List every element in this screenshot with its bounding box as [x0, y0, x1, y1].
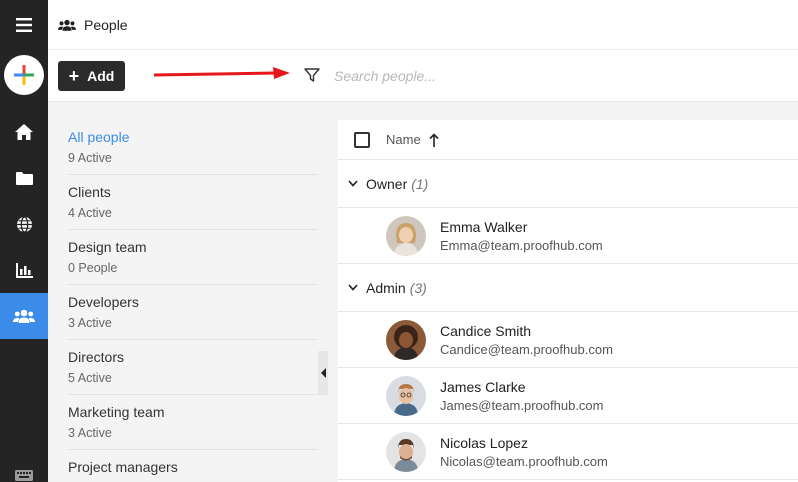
person-name: Candice Smith	[440, 323, 532, 339]
group-name: Directors	[68, 349, 125, 365]
group-name: Project managers	[68, 459, 178, 475]
people-nav-button[interactable]	[0, 293, 48, 339]
group-name: Marketing team	[68, 404, 165, 420]
group-item-project-managers[interactable]: Project managers	[68, 450, 318, 482]
group-item-directors[interactable]: Directors 5 Active	[68, 340, 318, 395]
page-title-area: People	[58, 0, 128, 50]
folder-icon	[15, 171, 33, 185]
table-row[interactable]: Candice Smith Candice@team.proofhub.com	[338, 312, 798, 368]
collapse-panel-handle[interactable]	[318, 351, 328, 395]
avatar	[386, 216, 426, 256]
menu-button[interactable]	[0, 2, 48, 48]
quick-add-icon	[14, 65, 34, 85]
table-row[interactable]: James Clarke James@team.proofhub.com	[338, 368, 798, 424]
chevron-down-icon	[348, 284, 358, 291]
page-title: People	[84, 17, 128, 33]
section-title: Owner	[366, 175, 408, 192]
reports-nav-button[interactable]	[0, 247, 48, 293]
globe-nav-button[interactable]	[0, 201, 48, 247]
group-item-all-people[interactable]: All people 9 Active	[68, 120, 318, 175]
group-count: 4 Active	[68, 206, 112, 220]
groups-list: All people 9 Active Clients 4 Active Des…	[68, 120, 318, 482]
group-count: 3 Active	[68, 316, 112, 330]
avatar	[386, 432, 426, 472]
top-header: People	[48, 0, 798, 50]
table-header: Name	[338, 120, 798, 160]
group-count: 5 Active	[68, 371, 112, 385]
person-email: Candice@team.proofhub.com	[440, 342, 613, 357]
group-count: 3 Active	[68, 426, 112, 440]
sort-ascending-icon	[429, 132, 439, 147]
group-name: Design team	[68, 239, 147, 255]
table-row[interactable]: Emma Walker Emma@team.proofhub.com	[338, 208, 798, 264]
name-column-header[interactable]: Name	[386, 132, 439, 147]
filter-icon[interactable]	[303, 66, 321, 84]
reports-icon	[15, 262, 33, 278]
table-row[interactable]: Nicolas Lopez Nicolas@team.proofhub.com	[338, 424, 798, 480]
person-name: Nicolas Lopez	[440, 435, 528, 451]
home-nav-button[interactable]	[0, 109, 48, 155]
caret-left-icon	[320, 368, 326, 378]
column-label: Name	[386, 132, 421, 147]
select-all-checkbox[interactable]	[354, 132, 370, 148]
menu-icon	[16, 18, 32, 32]
person-email: Nicolas@team.proofhub.com	[440, 454, 608, 469]
person-name: James Clarke	[440, 379, 526, 395]
section-count: (1)	[411, 175, 429, 192]
plus-icon: +	[68, 66, 80, 86]
group-name: Developers	[68, 294, 139, 310]
avatar	[386, 376, 426, 416]
avatar	[386, 320, 426, 360]
add-button[interactable]: + Add	[58, 61, 125, 91]
section-header-admin[interactable]: Admin (3)	[338, 264, 798, 312]
group-item-developers[interactable]: Developers 3 Active	[68, 285, 318, 340]
globe-icon	[16, 215, 32, 233]
person-name: Emma Walker	[440, 219, 528, 235]
group-name: All people	[68, 129, 130, 145]
chevron-down-icon	[348, 180, 358, 187]
toolbar: + Add	[48, 50, 798, 102]
people-icon	[13, 309, 35, 323]
person-email: Emma@team.proofhub.com	[440, 238, 603, 253]
group-item-clients[interactable]: Clients 4 Active	[68, 175, 318, 230]
add-button-label: Add	[87, 68, 115, 84]
keyboard-shortcuts-button[interactable]	[0, 452, 48, 482]
section-header-owner[interactable]: Owner (1)	[338, 160, 798, 208]
home-icon	[15, 124, 33, 140]
people-icon	[58, 19, 76, 31]
quick-add-button[interactable]	[4, 55, 44, 95]
person-email: James@team.proofhub.com	[440, 398, 604, 413]
section-count: (3)	[409, 279, 427, 296]
people-table: Name Owner (1) Emma Walker Emma@team.pro…	[338, 120, 798, 482]
left-nav-rail	[0, 0, 48, 482]
projects-nav-button[interactable]	[0, 155, 48, 201]
keyboard-icon	[15, 469, 33, 481]
search-input[interactable]	[334, 63, 794, 89]
group-count: 9 Active	[68, 151, 112, 165]
group-count: 0 People	[68, 261, 118, 275]
group-name: Clients	[68, 184, 111, 200]
group-item-design-team[interactable]: Design team 0 People	[68, 230, 318, 285]
red-annotation-arrow-icon	[153, 67, 290, 79]
group-item-marketing-team[interactable]: Marketing team 3 Active	[68, 395, 318, 450]
section-title: Admin	[366, 279, 406, 296]
